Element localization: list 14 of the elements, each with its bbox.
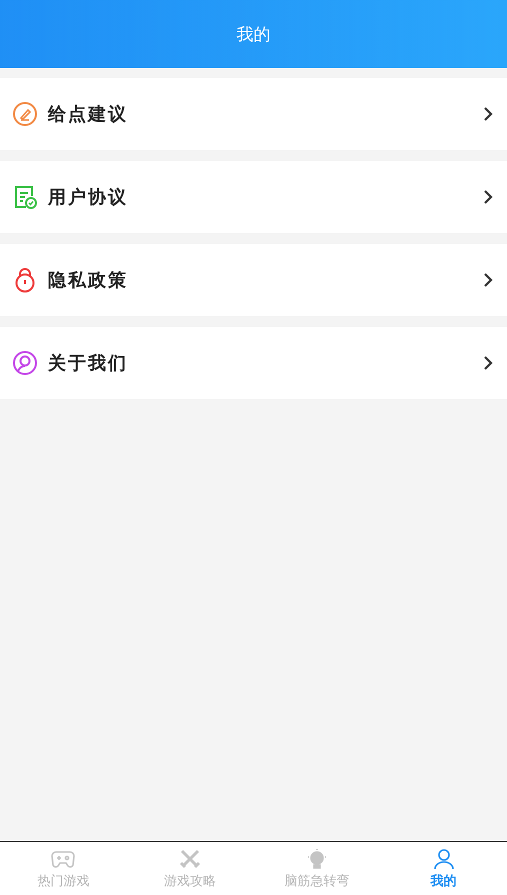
page-title: 我的 [236, 24, 270, 46]
crossed-swords-icon [178, 848, 202, 870]
user-circle-icon [12, 350, 38, 376]
chevron-right-icon [483, 272, 493, 288]
chevron-right-icon [483, 189, 493, 205]
menu-item[interactable]: 隐私政策 [0, 244, 507, 316]
menu-item[interactable]: 给点建议 [0, 78, 507, 150]
document-check-icon [12, 184, 38, 210]
edit-icon [12, 101, 38, 127]
menu-item[interactable]: 关于我们 [0, 327, 507, 399]
chevron-right-icon [483, 106, 493, 122]
person-icon [432, 848, 456, 870]
chevron-right-icon [483, 355, 493, 371]
menu-item[interactable]: 用户协议 [0, 161, 507, 233]
